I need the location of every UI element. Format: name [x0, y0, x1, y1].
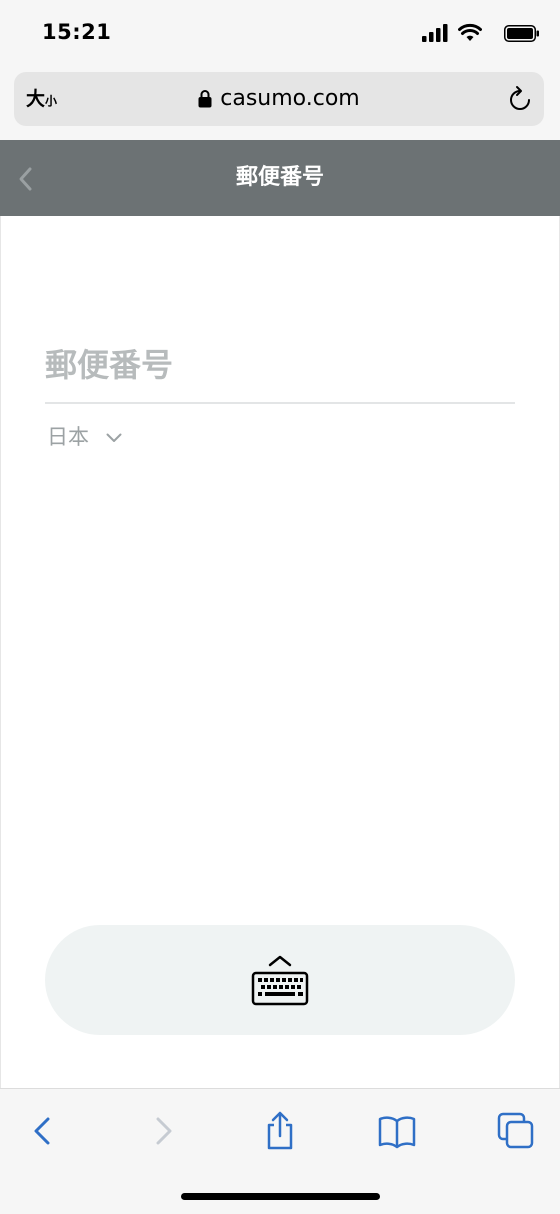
url-display[interactable]: casumo.com	[14, 84, 544, 114]
status-icons	[400, 23, 540, 44]
home-indicator	[181, 1193, 380, 1200]
reload-icon[interactable]	[508, 85, 532, 113]
country-selected-label: 日本	[47, 425, 89, 449]
wifi-icon	[458, 23, 482, 41]
battery-icon	[504, 25, 539, 42]
country-select[interactable]: 日本	[47, 422, 122, 452]
status-time: 15:21	[42, 20, 112, 44]
bookmarks-icon[interactable]	[377, 1111, 417, 1151]
status-bar: 15:21	[0, 0, 560, 66]
browser-chrome: 15:21 大小 casumo.com	[0, 0, 560, 140]
postal-code-input[interactable]	[45, 334, 515, 396]
url-text: casumo.com	[220, 86, 360, 111]
main-content: 日本	[0, 216, 560, 1088]
postal-code-field[interactable]	[45, 334, 515, 404]
page-title: 郵便番号	[235, 165, 324, 190]
keyboard-icon	[251, 955, 309, 1006]
tabs-icon[interactable]	[496, 1111, 536, 1151]
chevron-down-icon	[106, 433, 122, 442]
url-bar[interactable]: 大小 casumo.com	[14, 72, 544, 126]
app-header: 郵便番号	[0, 140, 560, 216]
keyboard-toggle-button[interactable]	[45, 925, 515, 1035]
forward-icon[interactable]	[144, 1111, 184, 1151]
signal-icon	[422, 24, 448, 42]
safari-toolbar	[0, 1088, 560, 1214]
lock-icon	[198, 90, 212, 108]
share-icon[interactable]	[260, 1111, 300, 1151]
back-icon[interactable]	[24, 1111, 64, 1151]
